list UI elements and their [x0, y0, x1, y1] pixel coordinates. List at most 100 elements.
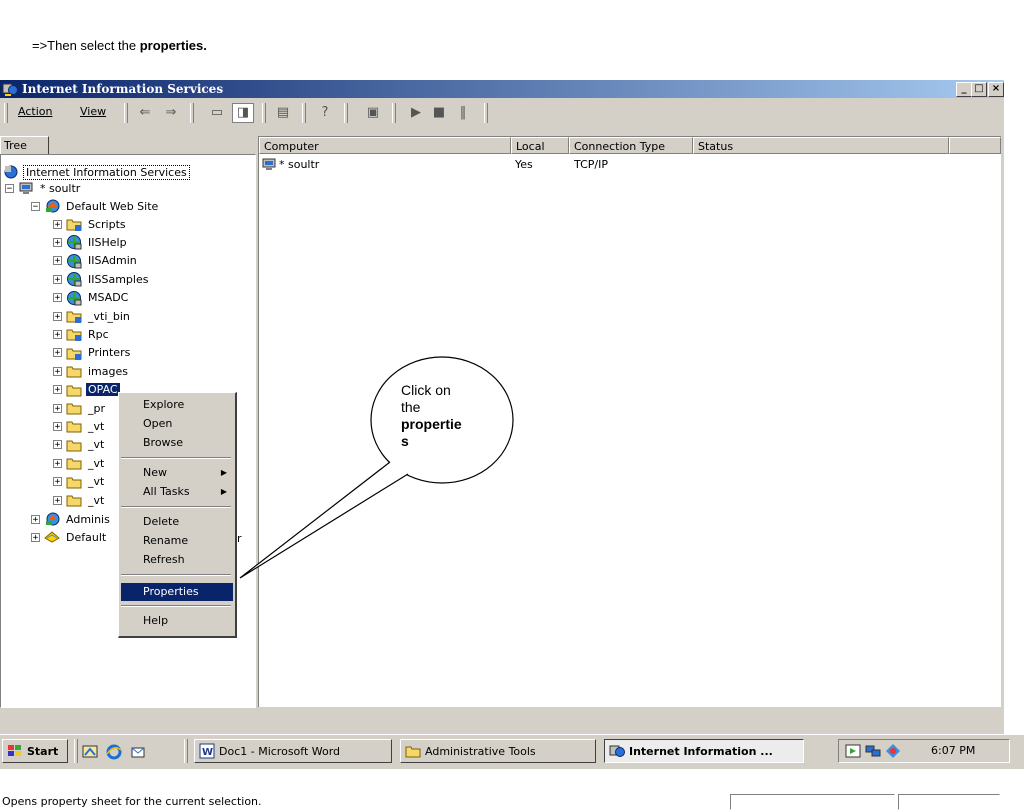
tree-node-admin-site[interactable]: + Adminis — [31, 510, 112, 528]
back-icon[interactable]: ⇐ — [134, 103, 156, 123]
callout-pointer — [239, 461, 409, 579]
folder-icon — [66, 385, 82, 397]
expand-icon[interactable]: + — [53, 495, 62, 505]
tree-node-child[interactable]: + Printers — [53, 344, 132, 362]
iis-root-icon — [4, 165, 18, 179]
tree-node-child[interactable]: + OPAC — [53, 381, 120, 399]
menu-item-open[interactable]: Open — [121, 415, 233, 433]
column-header-status[interactable]: Status — [693, 137, 949, 154]
menu-toolbar: Action View ⇐ ⇒ ▭ ◨ ▤ ? ▣ ▶ ■ ‖ — [0, 99, 1004, 127]
column-header-local[interactable]: Local — [511, 137, 569, 154]
tree-node-child[interactable]: + MSADC — [53, 289, 130, 307]
expand-icon[interactable]: + — [53, 458, 62, 468]
network-tray-icon[interactable] — [865, 743, 881, 759]
computer-icon[interactable]: ▣ — [362, 103, 384, 123]
tree-node-child[interactable]: + _vt — [53, 491, 106, 509]
expand-icon[interactable]: + — [53, 274, 62, 284]
services-tray-icon[interactable] — [885, 743, 901, 759]
expand-icon[interactable]: + — [53, 293, 62, 303]
menu-item-browse[interactable]: Browse — [121, 434, 233, 452]
folder-icon — [66, 403, 82, 415]
expand-icon[interactable]: + — [53, 329, 62, 339]
menu-separator — [121, 506, 231, 508]
expand-icon[interactable]: + — [53, 219, 62, 229]
menu-item-delete[interactable]: Delete — [121, 513, 233, 531]
tree-node-child[interactable]: + Scripts — [53, 215, 128, 233]
menu-item-rename[interactable]: Rename — [121, 532, 233, 550]
help-icon[interactable]: ? — [314, 103, 336, 123]
expand-icon[interactable]: + — [53, 403, 62, 413]
collapse-icon[interactable]: − — [5, 183, 14, 193]
menu-item-all-tasks[interactable]: All Tasks ▶ — [121, 483, 233, 501]
outlook-express-icon[interactable] — [130, 744, 146, 760]
quicklaunch-grip — [74, 739, 78, 763]
tree-node-child[interactable]: + _vti_bin — [53, 307, 132, 325]
expand-icon[interactable]: + — [53, 348, 62, 358]
toolbar-separator — [484, 103, 488, 123]
column-header-connection-type[interactable]: Connection Type — [569, 137, 693, 154]
menu-view-label: View — [80, 105, 107, 118]
toolbar-grip — [4, 103, 8, 123]
tab-tree[interactable]: Tree — [0, 136, 49, 155]
start-button[interactable]: Start — [2, 739, 68, 763]
tree-node-child[interactable]: + IISSamples — [53, 270, 150, 288]
media-tray-icon[interactable] — [845, 743, 861, 759]
menu-separator — [121, 574, 231, 576]
title-bar[interactable]: Internet Information Services _ □ × — [0, 80, 1004, 98]
tree-node-child[interactable]: + _vt — [53, 473, 106, 491]
expand-icon[interactable]: + — [53, 421, 62, 431]
tree-node-child[interactable]: + IISHelp — [53, 233, 129, 251]
task-button-admin-tools[interactable]: Administrative Tools — [400, 739, 596, 763]
up-folder-icon[interactable]: ▭ — [206, 103, 228, 123]
menu-item-explore[interactable]: Explore — [121, 396, 233, 414]
tree-node-default-web-site[interactable]: − Default Web Site — [31, 197, 160, 215]
show-desktop-icon[interactable] — [82, 744, 98, 760]
task-button-word[interactable]: W Doc1 - Microsoft Word — [194, 739, 392, 763]
expand-icon[interactable]: + — [53, 385, 62, 395]
tree-node-child[interactable]: + Rpc — [53, 325, 111, 343]
export-list-icon[interactable]: ▤ — [272, 103, 294, 123]
maximize-button[interactable]: □ — [971, 82, 987, 97]
caption-bold: properties. — [139, 38, 207, 53]
tree-node-default-ftp[interactable]: + Default — [31, 528, 108, 546]
expand-icon[interactable]: + — [53, 477, 62, 487]
tree-node-server[interactable]: − * soultr — [5, 179, 82, 197]
iis-app-icon — [2, 83, 18, 96]
table-row[interactable]: * soultr Yes TCP/IP — [259, 155, 1001, 173]
expand-icon[interactable]: + — [31, 532, 40, 542]
tree-node-child[interactable]: + _vt — [53, 454, 106, 472]
expand-icon[interactable]: + — [31, 514, 40, 524]
collapse-icon[interactable]: − — [31, 201, 40, 211]
tree-node-child[interactable]: + _vt — [53, 436, 106, 454]
minimize-button[interactable]: _ — [956, 82, 972, 97]
expand-icon[interactable]: + — [53, 311, 62, 321]
task-button-iis[interactable]: Internet Information ... — [604, 739, 804, 763]
close-button[interactable]: × — [988, 82, 1004, 97]
play-icon[interactable]: ▶ — [405, 103, 427, 123]
tree-node-child[interactable]: + _vt — [53, 417, 106, 435]
stop-icon[interactable]: ■ — [428, 103, 450, 123]
submenu-arrow-icon: ▶ — [220, 468, 227, 477]
expand-icon[interactable]: + — [53, 440, 62, 450]
forward-icon[interactable]: ⇒ — [160, 103, 182, 123]
expand-icon[interactable]: + — [53, 256, 62, 266]
menu-view[interactable]: View — [80, 105, 106, 118]
show-tree-icon[interactable]: ◨ — [232, 103, 254, 123]
menu-item-new[interactable]: New ▶ — [121, 464, 233, 482]
column-header-empty — [949, 137, 1001, 154]
taskbar-separator — [184, 739, 188, 763]
expand-icon[interactable]: + — [53, 366, 62, 376]
cell-local: Yes — [515, 158, 533, 171]
expand-icon[interactable]: + — [53, 237, 62, 247]
word-icon: W — [199, 743, 215, 759]
menu-item-help[interactable]: Help — [121, 612, 233, 630]
tree-node-child[interactable]: + images — [53, 362, 130, 380]
tree-node-child[interactable]: + IISAdmin — [53, 252, 139, 270]
menu-action[interactable]: Action — [18, 105, 52, 118]
menu-item-refresh[interactable]: Refresh — [121, 551, 233, 569]
column-header-computer[interactable]: Computer — [259, 137, 511, 154]
pause-icon[interactable]: ‖ — [452, 103, 474, 123]
internet-explorer-icon[interactable] — [106, 744, 122, 760]
tree-node-child[interactable]: + _pr — [53, 399, 107, 417]
menu-item-properties[interactable]: Properties — [121, 583, 233, 601]
